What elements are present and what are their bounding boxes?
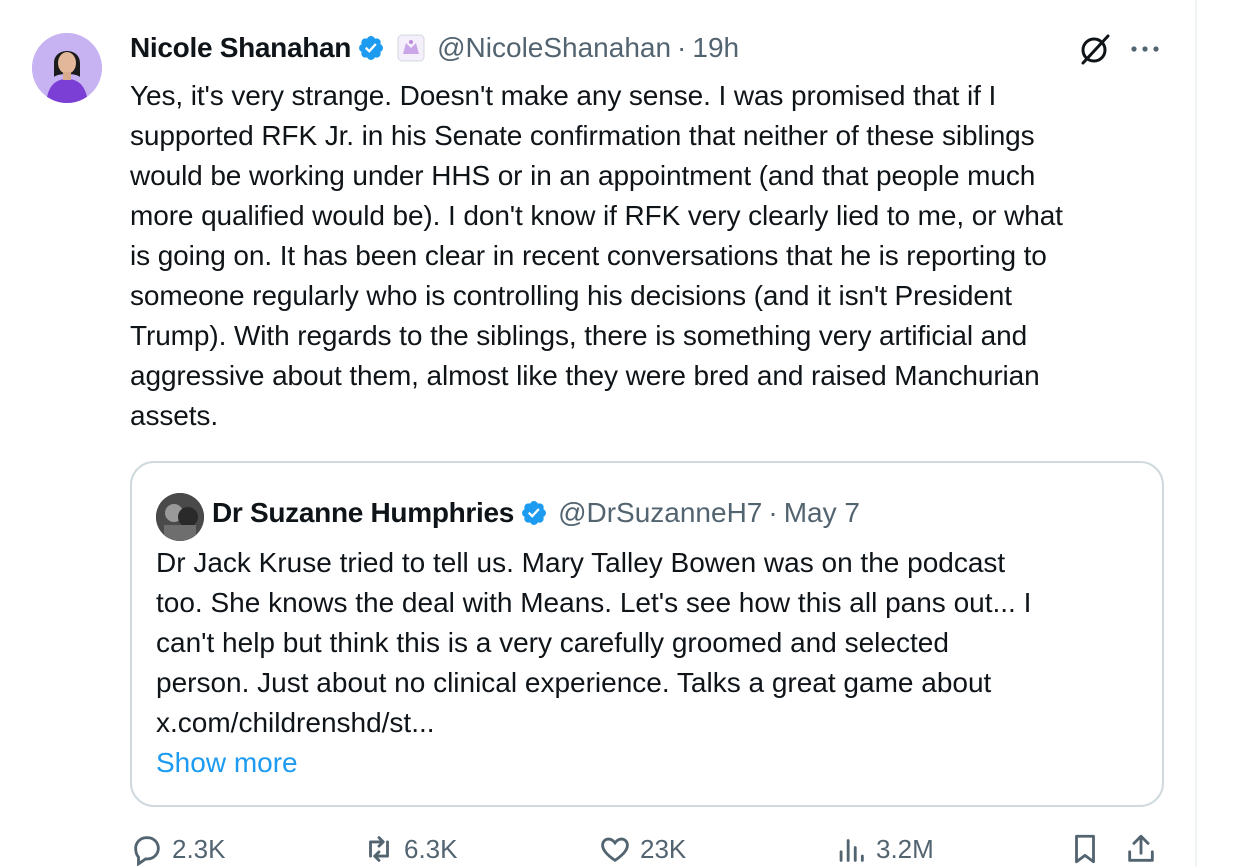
tweet-header: Nicole Shanahan @NicoleShanahan · 19h bbox=[130, 26, 739, 70]
like-button[interactable]: 23K bbox=[598, 832, 686, 866]
show-more-link[interactable]: Show more bbox=[156, 743, 298, 783]
quoted-author-avatar[interactable] bbox=[156, 493, 204, 541]
bookmark-icon bbox=[1075, 834, 1095, 864]
avatar-image bbox=[32, 33, 102, 103]
verified-badge-icon[interactable] bbox=[357, 34, 385, 62]
quoted-verified-badge-icon[interactable] bbox=[520, 499, 548, 527]
repost-icon bbox=[369, 836, 389, 862]
bookmark-button[interactable] bbox=[1068, 832, 1102, 866]
author-avatar[interactable] bbox=[32, 33, 102, 103]
tweet-page: Nicole Shanahan @NicoleShanahan · 19h Ye… bbox=[0, 0, 1260, 866]
author-handle[interactable]: @NicoleShanahan bbox=[437, 32, 671, 64]
tweet-timestamp[interactable]: 19h bbox=[692, 32, 739, 64]
share-icon bbox=[1128, 834, 1154, 862]
like-count: 23K bbox=[640, 833, 687, 864]
quoted-author-handle[interactable]: @DrSuzanneH7 bbox=[558, 497, 762, 529]
tweet-text: Yes, it's very strange. Doesn't make any… bbox=[130, 80, 1063, 431]
repost-button[interactable]: 6.3K bbox=[362, 832, 458, 866]
quoted-tweet-header: Dr Suzanne Humphries @DrSuzanneH7 · May … bbox=[212, 493, 860, 533]
views-count: 3.2M bbox=[876, 833, 934, 864]
header-separator: · bbox=[677, 32, 687, 63]
grok-icon[interactable] bbox=[1078, 32, 1112, 66]
repost-count: 6.3K bbox=[404, 833, 458, 864]
reply-count: 2.3K bbox=[172, 833, 226, 864]
quoted-tweet-text: Dr Jack Kruse tried to tell us. Mary Tal… bbox=[156, 547, 1032, 738]
quoted-avatar-image bbox=[156, 493, 204, 541]
author-display-name[interactable]: Nicole Shanahan bbox=[130, 32, 351, 64]
quoted-author-display-name[interactable]: Dr Suzanne Humphries bbox=[212, 497, 514, 529]
reply-icon bbox=[134, 836, 160, 866]
views-button[interactable]: 3.2M bbox=[834, 832, 934, 866]
quoted-tweet-card[interactable]: Dr Suzanne Humphries @DrSuzanneH7 · May … bbox=[130, 461, 1164, 807]
reply-button[interactable]: 2.3K bbox=[130, 832, 226, 866]
tweet-action-bar: 2.3K 6.3K 23K 3.2M bbox=[130, 832, 1170, 866]
affiliate-badge-icon[interactable] bbox=[397, 34, 425, 62]
quoted-tweet-date[interactable]: May 7 bbox=[784, 497, 860, 529]
more-icon[interactable] bbox=[1128, 38, 1162, 60]
heart-icon bbox=[601, 837, 629, 862]
quoted-header-separator: · bbox=[768, 497, 778, 528]
views-chart-icon bbox=[839, 839, 864, 862]
share-button[interactable] bbox=[1124, 832, 1158, 866]
